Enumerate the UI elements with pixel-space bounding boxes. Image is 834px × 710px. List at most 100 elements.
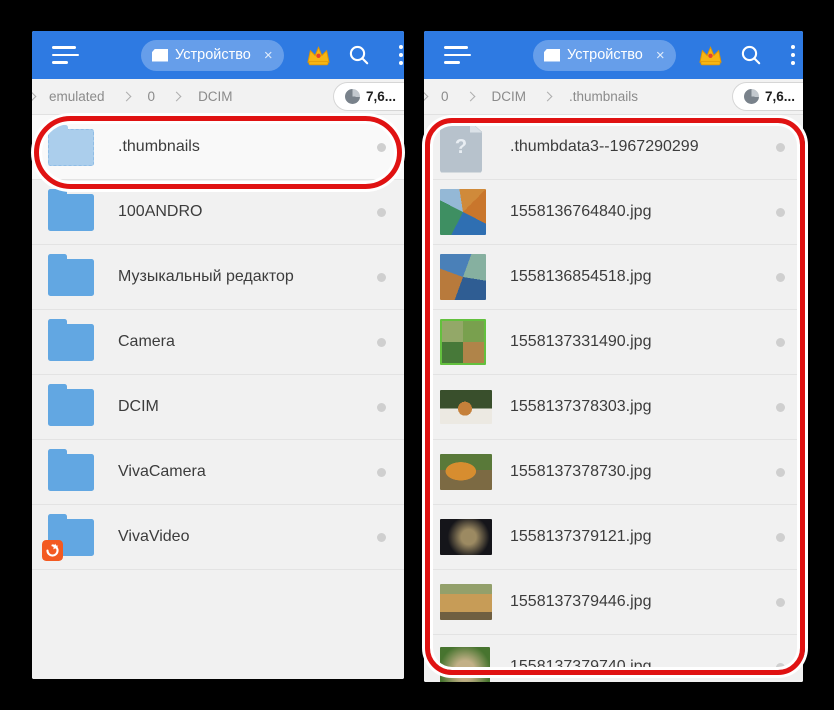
chevron-right-icon (465, 92, 475, 102)
file-manager-screen-right: Устройство × 0 DCIM .thumbnails 7,6... (424, 31, 803, 682)
sdcard-icon (544, 49, 560, 62)
chevron-right-icon (121, 92, 131, 102)
app-header: Устройство × (32, 31, 404, 79)
item-name: 1558137379446.jpg (510, 593, 776, 611)
storage-free-label: 7,6... (765, 89, 795, 104)
screenshot-stage: Устройство × emulated 0 DCIM 7,6... (0, 0, 834, 710)
list-item-jpg[interactable]: 1558136764840.jpg (424, 180, 803, 245)
tab-device[interactable]: Устройство × (141, 40, 284, 71)
list-item-jpg[interactable]: 1558137379121.jpg (424, 505, 803, 570)
item-name: 1558137331490.jpg (510, 333, 776, 351)
folder-icon (48, 194, 94, 231)
item-more-dot[interactable] (776, 143, 785, 152)
item-name: 1558136854518.jpg (510, 268, 776, 286)
search-icon[interactable] (739, 43, 763, 67)
storage-usage-badge[interactable]: 7,6... (732, 82, 803, 111)
thumbnail-image (440, 319, 486, 365)
storage-free-label: 7,6... (366, 89, 396, 104)
folder-icon (48, 389, 94, 426)
item-name: Музыкальный редактор (118, 268, 377, 286)
thumbnail-image (440, 647, 490, 682)
item-name: 100ANDRO (118, 203, 377, 221)
pie-chart-icon (744, 89, 759, 104)
item-more-dot[interactable] (377, 338, 386, 347)
breadcrumb-item-0[interactable]: 0 (144, 87, 160, 106)
tab-close-icon[interactable]: × (264, 48, 273, 63)
folder-icon (48, 259, 94, 296)
breadcrumb: 0 DCIM .thumbnails 7,6... (424, 79, 803, 115)
list-item-jpg[interactable]: 1558137379740.jpg (424, 635, 803, 682)
search-icon[interactable] (347, 43, 371, 67)
list-item-thumbnails-folder[interactable]: .thumbnails (32, 115, 404, 180)
item-more-dot[interactable] (776, 468, 785, 477)
vivavideo-badge-icon (42, 540, 63, 561)
item-name: 1558137378303.jpg (510, 398, 776, 416)
overflow-menu-icon[interactable] (393, 43, 404, 67)
tab-device[interactable]: Устройство × (533, 40, 676, 71)
list-item-vivavideo[interactable]: VivaVideo (32, 505, 404, 570)
list-item-jpg[interactable]: 1558137378303.jpg (424, 375, 803, 440)
overflow-menu-icon[interactable] (785, 43, 801, 67)
item-name: 1558137379121.jpg (510, 528, 776, 546)
folder-icon (48, 324, 94, 361)
chevron-right-icon (32, 92, 36, 102)
file-manager-screen-left: Устройство × emulated 0 DCIM 7,6... (32, 31, 404, 679)
hamburger-menu-icon[interactable] (444, 46, 471, 64)
list-item-100andro[interactable]: 100ANDRO (32, 180, 404, 245)
breadcrumb-item-dcim[interactable]: DCIM (488, 87, 531, 106)
list-item-jpg[interactable]: 1558137379446.jpg (424, 570, 803, 635)
list-item-jpg[interactable]: 1558137378730.jpg (424, 440, 803, 505)
item-more-dot[interactable] (377, 143, 386, 152)
app-header: Устройство × (424, 31, 803, 79)
item-more-dot[interactable] (776, 533, 785, 542)
tab-label: Устройство (175, 47, 251, 63)
thumbnail-image (440, 454, 492, 490)
thumbnail-image (440, 189, 486, 235)
sdcard-icon (152, 49, 168, 62)
thumbnail-image (440, 584, 492, 620)
item-name: 1558137379740.jpg (510, 658, 776, 676)
premium-crown-icon[interactable] (698, 44, 723, 67)
item-name: VivaVideo (118, 528, 377, 546)
hamburger-menu-icon[interactable] (52, 46, 79, 64)
item-name: .thumbdata3--1967290299 (510, 138, 776, 156)
list-item-jpg[interactable]: 1558136854518.jpg (424, 245, 803, 310)
item-more-dot[interactable] (776, 598, 785, 607)
item-name: Camera (118, 333, 377, 351)
breadcrumb-item-thumbnails[interactable]: .thumbnails (565, 87, 642, 106)
file-list: .thumbnails 100ANDRO Музыкальный редакто… (32, 115, 404, 679)
item-more-dot[interactable] (377, 468, 386, 477)
item-more-dot[interactable] (776, 403, 785, 412)
breadcrumb: emulated 0 DCIM 7,6... (32, 79, 404, 115)
chevron-right-icon (543, 92, 553, 102)
item-more-dot[interactable] (776, 208, 785, 217)
list-item-jpg[interactable]: 1558137331490.jpg (424, 310, 803, 375)
tab-label: Устройство (567, 47, 643, 63)
item-more-dot[interactable] (377, 403, 386, 412)
storage-usage-badge[interactable]: 7,6... (333, 82, 404, 111)
pie-chart-icon (345, 89, 360, 104)
item-name: 1558137378730.jpg (510, 463, 776, 481)
item-more-dot[interactable] (776, 663, 785, 672)
file-list: ? .thumbdata3--1967290299 1558136764840.… (424, 115, 803, 682)
premium-crown-icon[interactable] (306, 44, 331, 67)
breadcrumb-item-dcim[interactable]: DCIM (194, 87, 237, 106)
item-more-dot[interactable] (776, 338, 785, 347)
folder-icon (48, 454, 94, 491)
item-more-dot[interactable] (377, 273, 386, 282)
list-item-camera[interactable]: Camera (32, 310, 404, 375)
item-more-dot[interactable] (377, 533, 386, 542)
item-more-dot[interactable] (377, 208, 386, 217)
breadcrumb-item-emulated[interactable]: emulated (45, 87, 109, 106)
list-item-dcim[interactable]: DCIM (32, 375, 404, 440)
tab-close-icon[interactable]: × (656, 48, 665, 63)
list-item-vivacamera[interactable]: VivaCamera (32, 440, 404, 505)
item-name: VivaCamera (118, 463, 377, 481)
folder-icon (48, 519, 94, 556)
chevron-right-icon (172, 92, 182, 102)
item-more-dot[interactable] (776, 273, 785, 282)
list-item-thumbdata[interactable]: ? .thumbdata3--1967290299 (424, 115, 803, 180)
breadcrumb-item-0[interactable]: 0 (437, 87, 453, 106)
list-item-music-editor[interactable]: Музыкальный редактор (32, 245, 404, 310)
item-name: 1558136764840.jpg (510, 203, 776, 221)
